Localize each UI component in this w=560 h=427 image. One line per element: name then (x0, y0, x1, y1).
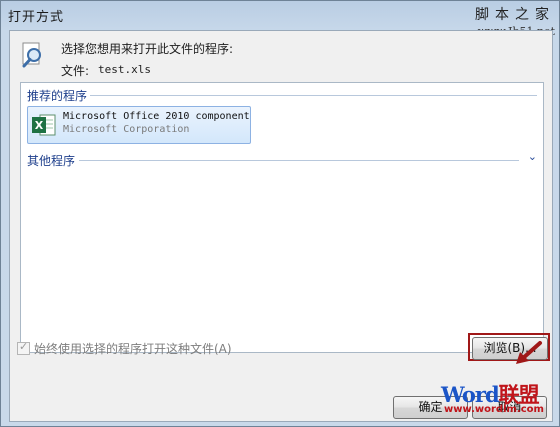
group-other-label: 其他程序 (27, 154, 76, 168)
watermark-url: www.wordlm.com (444, 404, 544, 415)
program-list[interactable]: 推荐的程序 X Microsoft Office 2010 component … (20, 82, 544, 353)
group-recommended-label: 推荐的程序 (27, 89, 88, 103)
file-name: test.xls (98, 63, 151, 76)
svg-text:X: X (35, 119, 44, 132)
dialog-body: 选择您想用来打开此文件的程序: 文件: test.xls 推荐的程序 X Mic… (9, 30, 553, 422)
group-recommended[interactable]: 推荐的程序 (27, 87, 537, 103)
window-title: 打开方式 (8, 10, 65, 25)
group-divider (79, 160, 519, 161)
program-item-excel[interactable]: X Microsoft Office 2010 component Micros… (27, 106, 251, 144)
title-bar[interactable]: 打开方式 脚本之家 www.Jb51.net (1, 1, 560, 38)
program-name: Microsoft Office 2010 component (63, 111, 250, 122)
file-label: 文件: (61, 64, 90, 78)
group-other[interactable]: 其他程序 ⌄ (27, 150, 537, 168)
always-use-checkbox[interactable]: ✓ 始终使用选择的程序打开这种文件(A) (17, 340, 232, 357)
checkbox-box[interactable]: ✓ (17, 340, 30, 355)
search-icon (22, 42, 41, 68)
prompt-text: 选择您想用来打开此文件的程序: (61, 42, 234, 56)
chevron-down-icon[interactable]: ⌄ (528, 150, 537, 163)
wordlm-watermark: Word联盟 www.wordlm.com (441, 379, 559, 419)
group-divider (90, 95, 537, 96)
check-icon: ✓ (19, 340, 29, 353)
annotation-arrow-icon (516, 341, 542, 364)
dialog-window: 打开方式 脚本之家 www.Jb51.net 选择您想用来打开此文件的程序: 文… (0, 0, 560, 427)
watermark-line1: 脚本之家 (475, 7, 555, 23)
program-vendor: Microsoft Corporation (63, 124, 190, 135)
excel-icon: X (32, 114, 56, 136)
always-use-label: 始终使用选择的程序打开这种文件(A) (34, 342, 232, 356)
